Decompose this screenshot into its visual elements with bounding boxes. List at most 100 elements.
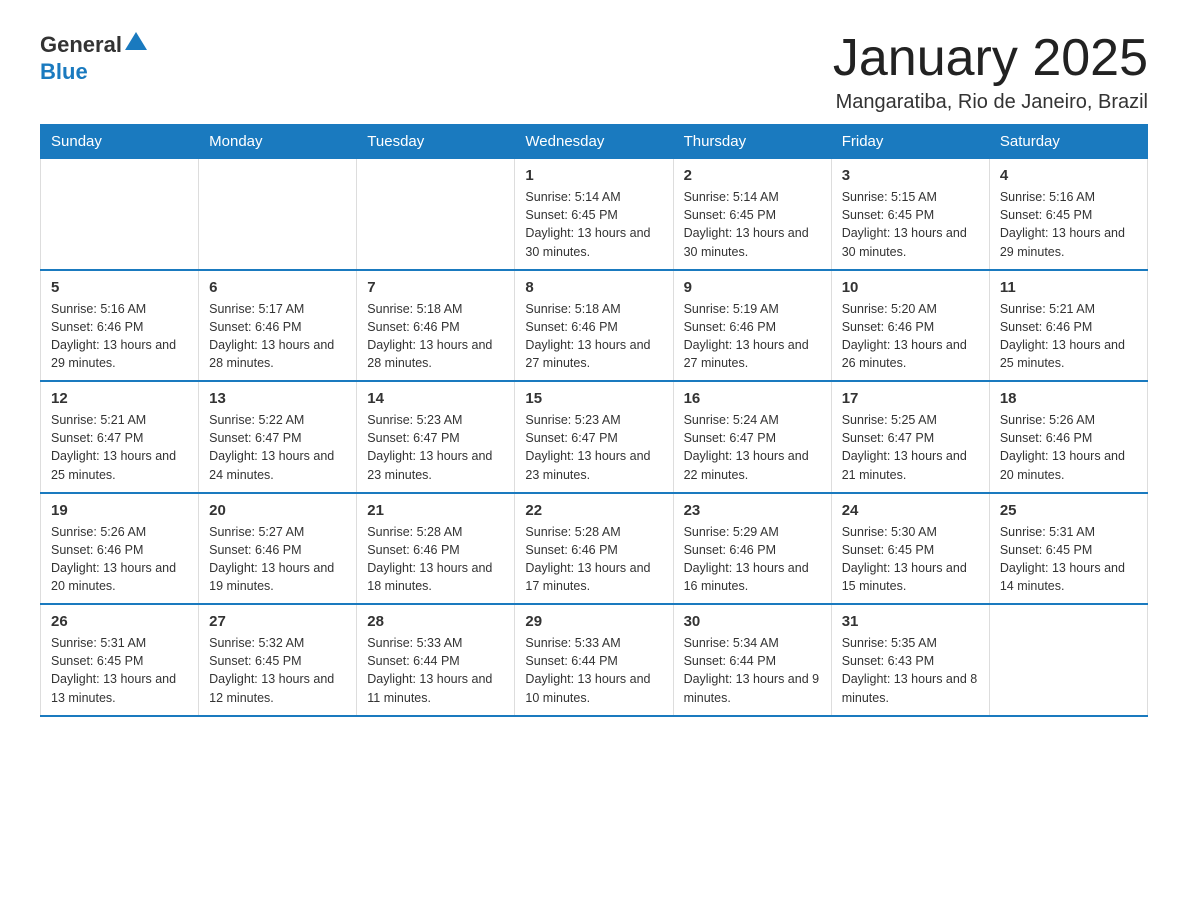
calendar-cell xyxy=(199,159,357,270)
calendar-cell: 31 Sunrise: 5:35 AMSunset: 6:43 PMDayligh… xyxy=(831,604,989,716)
day-info: Sunrise: 5:14 AMSunset: 6:45 PMDaylight:… xyxy=(684,188,821,261)
day-number: 3 xyxy=(842,167,979,184)
calendar-week-row: 12 Sunrise: 5:21 AMSunset: 6:47 PMDayligh… xyxy=(41,381,1148,493)
day-number: 23 xyxy=(684,502,821,519)
calendar-cell: 20 Sunrise: 5:27 AMSunset: 6:46 PMDayligh… xyxy=(199,493,357,605)
day-number: 4 xyxy=(1000,167,1137,184)
calendar-cell: 28 Sunrise: 5:33 AMSunset: 6:44 PMDayligh… xyxy=(357,604,515,716)
calendar-cell: 8 Sunrise: 5:18 AMSunset: 6:46 PMDaylight… xyxy=(515,270,673,382)
page-header: General Blue January 2025 Mangaratiba, R… xyxy=(40,30,1148,114)
day-info: Sunrise: 5:16 AMSunset: 6:46 PMDaylight:… xyxy=(51,300,188,373)
day-info: Sunrise: 5:20 AMSunset: 6:46 PMDaylight:… xyxy=(842,300,979,373)
day-info: Sunrise: 5:23 AMSunset: 6:47 PMDaylight:… xyxy=(367,411,504,484)
day-info: Sunrise: 5:32 AMSunset: 6:45 PMDaylight:… xyxy=(209,634,346,707)
day-info: Sunrise: 5:19 AMSunset: 6:46 PMDaylight:… xyxy=(684,300,821,373)
day-number: 22 xyxy=(525,502,662,519)
calendar-week-row: 5 Sunrise: 5:16 AMSunset: 6:46 PMDaylight… xyxy=(41,270,1148,382)
day-number: 12 xyxy=(51,390,188,407)
day-number: 1 xyxy=(525,167,662,184)
day-info: Sunrise: 5:27 AMSunset: 6:46 PMDaylight:… xyxy=(209,523,346,596)
calendar-cell: 29 Sunrise: 5:33 AMSunset: 6:44 PMDayligh… xyxy=(515,604,673,716)
day-number: 19 xyxy=(51,502,188,519)
day-info: Sunrise: 5:31 AMSunset: 6:45 PMDaylight:… xyxy=(1000,523,1137,596)
day-info: Sunrise: 5:33 AMSunset: 6:44 PMDaylight:… xyxy=(525,634,662,707)
day-info: Sunrise: 5:23 AMSunset: 6:47 PMDaylight:… xyxy=(525,411,662,484)
calendar-cell: 26 Sunrise: 5:31 AMSunset: 6:45 PMDayligh… xyxy=(41,604,199,716)
calendar-cell: 9 Sunrise: 5:19 AMSunset: 6:46 PMDaylight… xyxy=(673,270,831,382)
day-number: 26 xyxy=(51,613,188,630)
day-info: Sunrise: 5:28 AMSunset: 6:46 PMDaylight:… xyxy=(525,523,662,596)
calendar-cell: 1 Sunrise: 5:14 AMSunset: 6:45 PMDaylight… xyxy=(515,159,673,270)
day-number: 5 xyxy=(51,279,188,296)
day-info: Sunrise: 5:33 AMSunset: 6:44 PMDaylight:… xyxy=(367,634,504,707)
day-info: Sunrise: 5:26 AMSunset: 6:46 PMDaylight:… xyxy=(1000,411,1137,484)
calendar-cell: 13Sunrise: 5:22 AMSunset: 6:47 PMDayligh… xyxy=(199,381,357,493)
day-number: 16 xyxy=(684,390,821,407)
calendar-header-row: SundayMondayTuesdayWednesdayThursdayFrid… xyxy=(41,125,1148,159)
calendar-cell: 22 Sunrise: 5:28 AMSunset: 6:46 PMDayligh… xyxy=(515,493,673,605)
day-number: 30 xyxy=(684,613,821,630)
calendar-cell: 2Sunrise: 5:14 AMSunset: 6:45 PMDaylight… xyxy=(673,159,831,270)
day-number: 25 xyxy=(1000,502,1137,519)
calendar-cell: 15 Sunrise: 5:23 AMSunset: 6:47 PMDayligh… xyxy=(515,381,673,493)
day-info: Sunrise: 5:15 AMSunset: 6:45 PMDaylight:… xyxy=(842,188,979,261)
day-info: Sunrise: 5:31 AMSunset: 6:45 PMDaylight:… xyxy=(51,634,188,707)
calendar-cell: 6Sunrise: 5:17 AMSunset: 6:46 PMDaylight… xyxy=(199,270,357,382)
day-number: 18 xyxy=(1000,390,1137,407)
day-number: 17 xyxy=(842,390,979,407)
calendar-cell: 11Sunrise: 5:21 AMSunset: 6:46 PMDayligh… xyxy=(989,270,1147,382)
calendar-cell: 27Sunrise: 5:32 AMSunset: 6:45 PMDayligh… xyxy=(199,604,357,716)
calendar-cell xyxy=(41,159,199,270)
calendar-cell: 16 Sunrise: 5:24 AMSunset: 6:47 PMDayligh… xyxy=(673,381,831,493)
day-info: Sunrise: 5:26 AMSunset: 6:46 PMDaylight:… xyxy=(51,523,188,596)
calendar-week-row: 19 Sunrise: 5:26 AMSunset: 6:46 PMDayligh… xyxy=(41,493,1148,605)
day-number: 15 xyxy=(525,390,662,407)
day-number: 24 xyxy=(842,502,979,519)
day-info: Sunrise: 5:21 AMSunset: 6:47 PMDaylight:… xyxy=(51,411,188,484)
calendar-day-header: Wednesday xyxy=(515,125,673,159)
calendar-cell: 5 Sunrise: 5:16 AMSunset: 6:46 PMDaylight… xyxy=(41,270,199,382)
day-number: 20 xyxy=(209,502,346,519)
calendar-cell: 4 Sunrise: 5:16 AMSunset: 6:45 PMDaylight… xyxy=(989,159,1147,270)
day-info: Sunrise: 5:30 AMSunset: 6:45 PMDaylight:… xyxy=(842,523,979,596)
calendar-day-header: Monday xyxy=(199,125,357,159)
day-info: Sunrise: 5:25 AMSunset: 6:47 PMDaylight:… xyxy=(842,411,979,484)
day-number: 11 xyxy=(1000,279,1137,296)
calendar-cell: 23Sunrise: 5:29 AMSunset: 6:46 PMDayligh… xyxy=(673,493,831,605)
calendar-day-header: Friday xyxy=(831,125,989,159)
calendar-cell xyxy=(357,159,515,270)
day-info: Sunrise: 5:35 AMSunset: 6:43 PMDaylight:… xyxy=(842,634,979,707)
day-number: 29 xyxy=(525,613,662,630)
day-number: 31 xyxy=(842,613,979,630)
calendar-cell: 24 Sunrise: 5:30 AMSunset: 6:45 PMDayligh… xyxy=(831,493,989,605)
day-info: Sunrise: 5:14 AMSunset: 6:45 PMDaylight:… xyxy=(525,188,662,261)
day-number: 14 xyxy=(367,390,504,407)
day-info: Sunrise: 5:16 AMSunset: 6:45 PMDaylight:… xyxy=(1000,188,1137,261)
calendar-subtitle: Mangaratiba, Rio de Janeiro, Brazil xyxy=(833,91,1148,114)
calendar-title: January 2025 xyxy=(833,30,1148,87)
logo-blue-text: Blue xyxy=(40,59,88,84)
calendar-cell: 25 Sunrise: 5:31 AMSunset: 6:45 PMDayligh… xyxy=(989,493,1147,605)
calendar-cell: 30 Sunrise: 5:34 AMSunset: 6:44 PMDayligh… xyxy=(673,604,831,716)
day-info: Sunrise: 5:18 AMSunset: 6:46 PMDaylight:… xyxy=(525,300,662,373)
day-info: Sunrise: 5:24 AMSunset: 6:47 PMDaylight:… xyxy=(684,411,821,484)
day-number: 9 xyxy=(684,279,821,296)
calendar-cell: 3 Sunrise: 5:15 AMSunset: 6:45 PMDaylight… xyxy=(831,159,989,270)
day-info: Sunrise: 5:18 AMSunset: 6:46 PMDaylight:… xyxy=(367,300,504,373)
day-number: 28 xyxy=(367,613,504,630)
calendar-cell: 14 Sunrise: 5:23 AMSunset: 6:47 PMDayligh… xyxy=(357,381,515,493)
logo-triangle-icon xyxy=(125,30,147,52)
day-info: Sunrise: 5:34 AMSunset: 6:44 PMDaylight:… xyxy=(684,634,821,707)
day-number: 10 xyxy=(842,279,979,296)
day-number: 21 xyxy=(367,502,504,519)
day-number: 7 xyxy=(367,279,504,296)
calendar-cell: 10 Sunrise: 5:20 AMSunset: 6:46 PMDayligh… xyxy=(831,270,989,382)
calendar-week-row: 26 Sunrise: 5:31 AMSunset: 6:45 PMDayligh… xyxy=(41,604,1148,716)
day-number: 8 xyxy=(525,279,662,296)
calendar-day-header: Thursday xyxy=(673,125,831,159)
day-info: Sunrise: 5:17 AMSunset: 6:46 PMDaylight:… xyxy=(209,300,346,373)
calendar-week-row: 1 Sunrise: 5:14 AMSunset: 6:45 PMDaylight… xyxy=(41,159,1148,270)
calendar-cell: 18 Sunrise: 5:26 AMSunset: 6:46 PMDayligh… xyxy=(989,381,1147,493)
day-info: Sunrise: 5:22 AMSunset: 6:47 PMDaylight:… xyxy=(209,411,346,484)
logo-general-text: General xyxy=(40,32,122,58)
